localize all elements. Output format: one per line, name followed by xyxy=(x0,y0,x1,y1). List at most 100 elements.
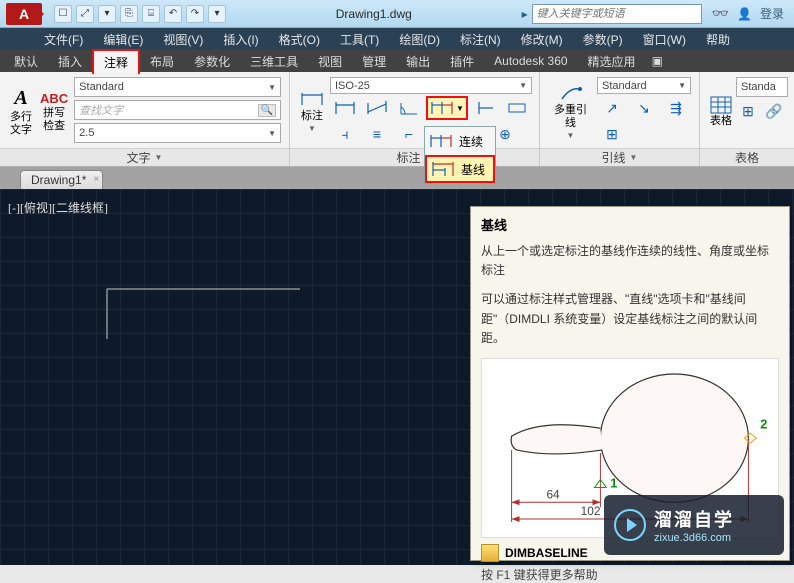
qat-redo-icon[interactable]: ↷ xyxy=(186,5,204,23)
svg-text:102: 102 xyxy=(581,504,601,518)
qat-save-icon[interactable]: ▾ xyxy=(98,5,116,23)
tab-featured[interactable]: 精选应用 xyxy=(578,50,646,73)
watermark-title: 溜溜自学 xyxy=(654,506,734,532)
multiline-text-button[interactable]: A 多行 文字 xyxy=(6,74,36,149)
svg-text:2: 2 xyxy=(760,416,767,431)
tab-view[interactable]: 视图 xyxy=(308,50,352,73)
tab-annotate[interactable]: 注释 xyxy=(92,49,140,74)
dim-space-icon[interactable]: ≡ xyxy=(362,122,392,146)
find-icon[interactable]: 🔍 xyxy=(258,104,276,117)
find-text-placeholder: 查找文字 xyxy=(79,102,123,118)
tab-a360[interactable]: Autodesk 360 xyxy=(484,51,577,71)
dim-break-icon[interactable]: ⫞ xyxy=(330,122,360,146)
dim-jog-icon[interactable]: ⌐ xyxy=(394,122,424,146)
tooltip-title: 基线 xyxy=(481,215,779,234)
table-button[interactable]: 表格 xyxy=(706,74,736,149)
tab-insert[interactable]: 插入 xyxy=(48,50,92,73)
tab-default[interactable]: 默认 xyxy=(4,50,48,73)
document-title: Drawing1.dwg xyxy=(226,7,522,21)
table-panel-title[interactable]: 表格 xyxy=(700,148,794,166)
leader-add-icon[interactable]: ↗ xyxy=(597,96,627,120)
login-link[interactable]: 登录 xyxy=(760,5,784,22)
dim-continue-split-button[interactable]: ▼ xyxy=(426,96,468,120)
play-icon xyxy=(614,509,646,541)
menu-draw[interactable]: 绘图(D) xyxy=(391,29,448,50)
dim-aligned-icon[interactable] xyxy=(362,96,392,120)
menu-param[interactable]: 参数(P) xyxy=(575,29,631,50)
leader-panel-title[interactable]: 引线▼ xyxy=(540,148,699,166)
dim-ordinate-icon[interactable] xyxy=(470,96,500,120)
text-panel-title[interactable]: 文字▼ xyxy=(0,148,289,166)
qat-open-icon[interactable]: ⤢ xyxy=(76,5,94,23)
menu-insert[interactable]: 插入(I) xyxy=(215,29,266,50)
document-tab[interactable]: Drawing1* × xyxy=(20,170,103,189)
menu-modify[interactable]: 修改(M) xyxy=(513,29,571,50)
leader-align-icon[interactable]: ⇶ xyxy=(661,96,691,120)
spellcheck-button[interactable]: ABC 拼写 检查 xyxy=(36,74,72,149)
quick-access-toolbar: ☐ ⤢ ▾ ⎘ ⌸ ↶ ↷ ▾ xyxy=(54,5,226,23)
tab-output[interactable]: 输出 xyxy=(396,50,440,73)
table-style-combo[interactable]: Standa xyxy=(736,77,788,97)
menu-file[interactable]: 文件(F) xyxy=(36,29,91,50)
tab-3dtools[interactable]: 三维工具 xyxy=(240,50,308,73)
table-link-icon[interactable]: 🔗 xyxy=(762,99,786,123)
document-tabs: Drawing1* × xyxy=(0,167,794,189)
table-extract-icon[interactable]: ⊞ xyxy=(736,99,760,123)
qat-plot-icon[interactable]: ⌸ xyxy=(142,5,160,23)
flyout-baseline[interactable]: 基线 xyxy=(425,155,495,183)
multileader-button[interactable]: 多重引线 ▼ xyxy=(546,74,595,149)
find-text-input[interactable]: 查找文字 🔍 xyxy=(74,100,281,120)
menu-edit[interactable]: 编辑(E) xyxy=(95,29,151,50)
dim-style-combo[interactable]: ISO-25▼ xyxy=(330,77,532,94)
binocular-icon[interactable]: 👓 xyxy=(712,5,729,22)
menu-dim[interactable]: 标注(N) xyxy=(452,29,509,50)
table-style-value: Standa xyxy=(741,81,776,93)
search-play-icon[interactable]: ▸ xyxy=(522,7,528,21)
qat-undo-icon[interactable]: ↶ xyxy=(164,5,182,23)
leader-style-value: Standard xyxy=(602,80,647,92)
tooltip-f1-hint: 按 F1 键获得更多帮助 xyxy=(481,566,779,583)
close-icon[interactable]: × xyxy=(94,174,100,185)
qat-new-icon[interactable]: ☐ xyxy=(54,5,72,23)
dim-panel-title[interactable]: 标注▼ xyxy=(290,148,539,166)
menu-window[interactable]: 窗口(W) xyxy=(635,29,694,50)
user-icon[interactable]: 👤 xyxy=(737,7,752,21)
dim-style-value: ISO-25 xyxy=(335,80,370,92)
menu-tools[interactable]: 工具(T) xyxy=(332,29,387,50)
qat-more-icon[interactable]: ▾ xyxy=(208,5,226,23)
menu-format[interactable]: 格式(O) xyxy=(271,29,328,50)
tooltip-desc2: 可以通过标注样式管理器、"直线"选项卡和"基线间距"（DIMDLI 系统变量）设… xyxy=(481,290,779,348)
drawing-geometry xyxy=(0,189,300,339)
leader-style-combo[interactable]: Standard▼ xyxy=(597,77,691,94)
multileader-icon xyxy=(558,83,584,103)
menu-view[interactable]: 视图(V) xyxy=(155,29,211,50)
text-height-combo[interactable]: 2.5▼ xyxy=(74,123,281,143)
qat-saveas-icon[interactable]: ⎘ xyxy=(120,5,138,23)
leader-remove-icon[interactable]: ↘ xyxy=(629,96,659,120)
app-logo[interactable]: A xyxy=(6,3,42,25)
watermark-url: zixue.3d66.com xyxy=(654,532,734,544)
document-tab-label: Drawing1* xyxy=(31,173,86,187)
leader-collect-icon[interactable]: ⊞ xyxy=(597,122,627,146)
watermark: 溜溜自学 zixue.3d66.com xyxy=(604,495,784,555)
tooltip-desc1: 从上一个或选定标注的基线作连续的线性、角度或坐标标注 xyxy=(481,242,779,280)
text-style-combo[interactable]: Standard▼ xyxy=(74,77,281,97)
svg-text:64: 64 xyxy=(546,487,560,501)
tab-layout[interactable]: 布局 xyxy=(140,50,184,73)
tab-manage[interactable]: 管理 xyxy=(352,50,396,73)
keyword-search-input[interactable] xyxy=(533,8,701,20)
text-style-value: Standard xyxy=(79,81,124,93)
dim-linear-icon[interactable] xyxy=(330,96,360,120)
tab-parametric[interactable]: 参数化 xyxy=(184,50,240,73)
menu-help[interactable]: 帮助 xyxy=(698,29,738,50)
dimension-button[interactable]: 标注 ▼ xyxy=(296,74,328,149)
dim-continue-icon xyxy=(430,99,454,117)
dim-tolerance-icon[interactable] xyxy=(502,96,532,120)
keyword-search[interactable] xyxy=(532,4,702,24)
dim-continue-flyout: 连续 基线 xyxy=(424,126,496,184)
tab-expand-icon[interactable]: ▣ xyxy=(646,51,669,71)
command-icon xyxy=(481,544,499,562)
flyout-continue[interactable]: 连续 xyxy=(425,127,495,155)
dim-angular-icon[interactable] xyxy=(394,96,424,120)
tab-plugins[interactable]: 插件 xyxy=(440,50,484,73)
